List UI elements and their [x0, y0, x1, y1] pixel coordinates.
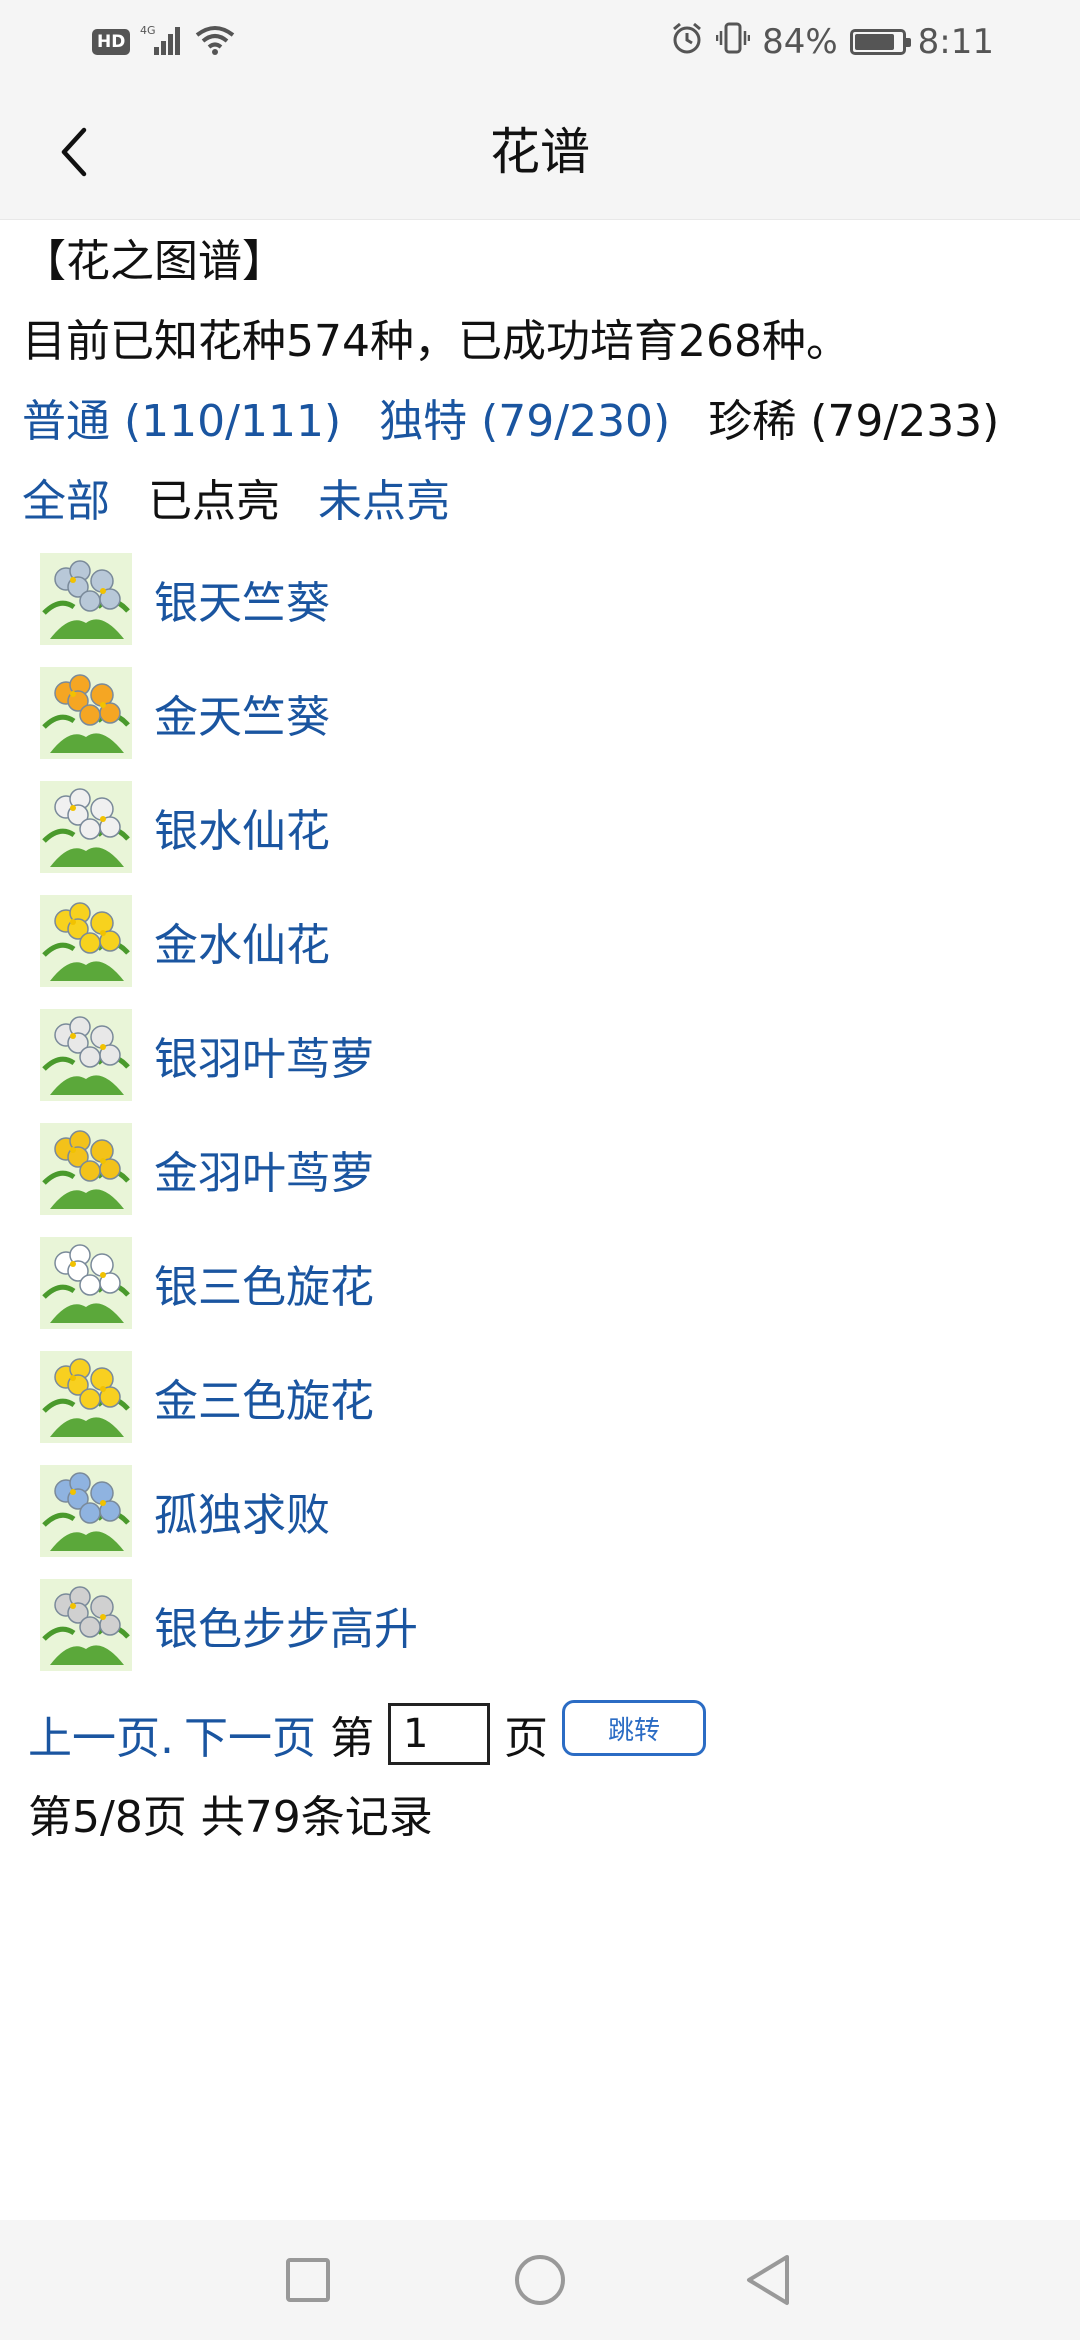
status-right: 84% 8:11: [670, 22, 994, 62]
gold-morning-glory-icon: [40, 1351, 132, 1443]
recents-button[interactable]: [278, 2250, 338, 2310]
page-number-input[interactable]: 1: [388, 1703, 490, 1765]
rarity-tab-unique[interactable]: 独特 (79/230): [379, 396, 670, 447]
collection-summary: 目前已知花种574种，已成功培育268种。: [22, 316, 850, 367]
hd-badge: HD: [92, 29, 131, 55]
title-bar: 花谱: [0, 84, 1080, 220]
flower-list-item[interactable]: 金水仙花: [22, 884, 1062, 998]
status-bar: HD 4G 84% 8:11: [0, 0, 1080, 84]
rarity-tabs: 普通 (110/111) 独特 (79/230) 珍稀 (79/233): [22, 382, 1062, 462]
home-button[interactable]: [510, 2250, 570, 2310]
filter-tabs: 全部 已点亮 未点亮: [22, 462, 1062, 542]
flower-list-item[interactable]: 银色步步高升: [22, 1568, 1062, 1682]
signal-icon: 4G: [140, 23, 184, 61]
silver-geranium-icon: [40, 553, 132, 645]
flower-name-link[interactable]: 银羽叶茑萝: [154, 1023, 374, 1087]
wifi-icon: [194, 23, 236, 61]
prev-page-link[interactable]: 上一页.: [28, 1702, 174, 1766]
battery-percent: 84%: [762, 22, 838, 62]
pager: 上一页. 下一页 第 1 页 跳转: [22, 1696, 1062, 1772]
content-area: 【花之图谱】 目前已知花种574种，已成功培育268种。 普通 (110/111…: [22, 222, 1062, 1858]
flower-list-item[interactable]: 银天竺葵: [22, 542, 1062, 656]
flower-list-item[interactable]: 金三色旋花: [22, 1340, 1062, 1454]
section-title: 【花之图谱】: [22, 236, 286, 287]
filter-tab-lit[interactable]: 已点亮: [148, 476, 280, 527]
gold-geranium-icon: [40, 667, 132, 759]
flower-name-link[interactable]: 孤独求败: [154, 1479, 330, 1543]
rarity-tab-rare[interactable]: 珍稀 (79/233): [708, 396, 999, 447]
page-prefix: 第: [330, 1713, 374, 1764]
next-page-link[interactable]: 下一页: [184, 1702, 316, 1766]
filter-tab-all[interactable]: 全部: [22, 476, 110, 527]
page-suffix: 页: [504, 1713, 548, 1764]
flower-name-link[interactable]: 金天竺葵: [154, 681, 330, 745]
silver-rising-flower-icon: [40, 1579, 132, 1671]
flower-name-link[interactable]: 银天竺葵: [154, 567, 330, 631]
flower-list-item[interactable]: 银三色旋花: [22, 1226, 1062, 1340]
circle-icon: [515, 2255, 565, 2305]
flower-list-item[interactable]: 孤独求败: [22, 1454, 1062, 1568]
gold-narcissus-icon: [40, 895, 132, 987]
flower-name-link[interactable]: 银水仙花: [154, 795, 330, 859]
jump-button[interactable]: 跳转: [562, 1700, 706, 1756]
flower-name-link[interactable]: 金三色旋花: [154, 1365, 374, 1429]
silver-narcissus-icon: [40, 781, 132, 873]
clock: 8:11: [917, 22, 994, 62]
flower-name-link[interactable]: 金羽叶茑萝: [154, 1137, 374, 1201]
flower-list-item[interactable]: 金羽叶茑萝: [22, 1112, 1062, 1226]
triangle-back-icon: [747, 2255, 789, 2305]
svg-text:4G: 4G: [140, 24, 156, 37]
page-title: 花谱: [490, 123, 590, 181]
navigation-bar: [0, 2220, 1080, 2340]
flower-list-item[interactable]: 银水仙花: [22, 770, 1062, 884]
record-info: 第5/8页 共79条记录: [28, 1792, 433, 1843]
filter-tab-unlit[interactable]: 未点亮: [318, 476, 450, 527]
flower-name-link[interactable]: 金水仙花: [154, 909, 330, 973]
silver-cypress-vine-icon: [40, 1009, 132, 1101]
square-icon: [286, 2258, 330, 2302]
back-nav-button[interactable]: [738, 2250, 798, 2310]
alarm-icon: [670, 21, 704, 64]
rarity-tab-common[interactable]: 普通 (110/111): [22, 396, 341, 447]
flower-name-link[interactable]: 银三色旋花: [154, 1251, 374, 1315]
flower-list-item[interactable]: 银羽叶茑萝: [22, 998, 1062, 1112]
flower-list-item[interactable]: 金天竺葵: [22, 656, 1062, 770]
gold-cypress-vine-icon: [40, 1123, 132, 1215]
battery-icon: [849, 29, 911, 55]
vibrate-icon: [715, 21, 751, 64]
back-arrow-icon: [61, 127, 87, 177]
flower-name-link[interactable]: 银色步步高升: [154, 1593, 418, 1657]
status-left: HD 4G: [92, 22, 236, 62]
lonely-undefeated-flower-icon: [40, 1465, 132, 1557]
flower-list: 银天竺葵金天竺葵银水仙花金水仙花银羽叶茑萝金羽叶茑萝银三色旋花金三色旋花孤独求败…: [22, 542, 1062, 1682]
silver-morning-glory-icon: [40, 1237, 132, 1329]
back-button[interactable]: [36, 114, 112, 190]
